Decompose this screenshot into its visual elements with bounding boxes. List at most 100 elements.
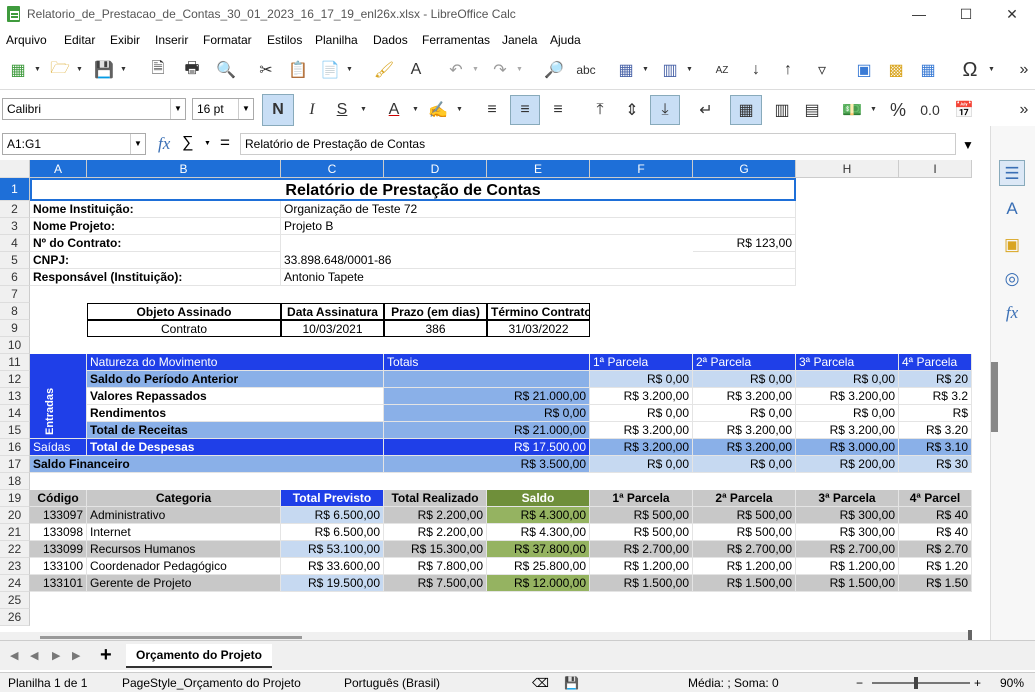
- contract-value-0[interactable]: Contrato: [87, 320, 281, 337]
- contract-header-0[interactable]: Objeto Assinado: [87, 303, 281, 320]
- label-projeto[interactable]: Nome Projeto:: [30, 218, 281, 235]
- movement-parcela-5-2[interactable]: R$ 200,00: [796, 456, 899, 473]
- label-instituicao[interactable]: Nome Instituição:: [30, 201, 281, 218]
- movement-parcela-0-2[interactable]: R$ 0,00: [796, 371, 899, 388]
- parcela-header-1[interactable]: 2ª Parcela: [693, 354, 796, 371]
- first-sheet-icon[interactable]: ◀: [10, 649, 18, 662]
- sort-descending-icon[interactable]: ↑: [776, 58, 800, 82]
- row-header-12[interactable]: 12: [0, 371, 30, 388]
- formula-icon[interactable]: =: [220, 133, 230, 153]
- font-name-combo[interactable]: Calibri ▼: [2, 98, 186, 120]
- paste-icon[interactable]: 📄: [318, 58, 342, 82]
- movement-parcela-4-3[interactable]: R$ 3.10: [899, 439, 972, 456]
- contract-header-1[interactable]: Data Assinatura: [281, 303, 384, 320]
- movement-parcela-0-3[interactable]: R$ 20: [899, 371, 972, 388]
- budget-cell-4-6[interactable]: R$ 1.500,00: [693, 575, 796, 592]
- unmerge-cells-icon[interactable]: ▤: [800, 98, 824, 122]
- budget-cell-4-0[interactable]: 133101: [30, 575, 87, 592]
- styles-icon[interactable]: A: [999, 196, 1025, 222]
- next-sheet-icon[interactable]: ▶: [52, 649, 60, 662]
- movement-parcela-1-1[interactable]: R$ 3.200,00: [693, 388, 796, 405]
- clear-formatting-icon[interactable]: A: [404, 58, 428, 82]
- menu-2[interactable]: Exibir: [110, 33, 140, 47]
- value-responsavel[interactable]: Antonio Tapete: [281, 269, 796, 286]
- row-header-4[interactable]: 4: [0, 235, 30, 252]
- row-header-3[interactable]: 3: [0, 218, 30, 235]
- movement-total-2[interactable]: R$ 0,00: [384, 405, 590, 422]
- budget-cell-4-2[interactable]: R$ 19.500,00: [281, 575, 384, 592]
- row-header-23[interactable]: 23: [0, 558, 30, 575]
- export-pdf-icon[interactable]: 🗎: [146, 58, 170, 82]
- budget-header-8[interactable]: 4ª Parcel: [899, 490, 972, 507]
- column-header-I[interactable]: I: [899, 160, 972, 178]
- movement-parcela-4-0[interactable]: R$ 3.200,00: [590, 439, 693, 456]
- menu-5[interactable]: Estilos: [267, 33, 302, 47]
- budget-cell-0-6[interactable]: R$ 500,00: [693, 507, 796, 524]
- budget-cell-3-4[interactable]: R$ 25.800,00: [487, 558, 590, 575]
- font-size-combo[interactable]: 16 pt ▼: [192, 98, 254, 120]
- budget-cell-4-3[interactable]: R$ 7.500,00: [384, 575, 487, 592]
- merge-center-icon[interactable]: ▦: [730, 95, 762, 125]
- formula-input[interactable]: Relatório de Prestação de Contas: [240, 133, 956, 155]
- horizontal-scrollbar[interactable]: [0, 632, 972, 640]
- movement-parcela-5-0[interactable]: R$ 0,00: [590, 456, 693, 473]
- row-header-1[interactable]: 1: [0, 178, 30, 201]
- cut-icon[interactable]: ✂: [254, 58, 278, 82]
- sum-icon[interactable]: ∑: [182, 134, 193, 152]
- budget-cell-3-5[interactable]: R$ 1.200,00: [590, 558, 693, 575]
- row-header-5[interactable]: 5: [0, 252, 30, 269]
- budget-header-3[interactable]: Total Realizado: [384, 490, 487, 507]
- percent-format-icon[interactable]: %: [886, 98, 910, 122]
- new-document-icon[interactable]: ▦: [6, 58, 30, 82]
- gallery-icon[interactable]: ▣: [999, 232, 1025, 258]
- date-format-icon[interactable]: 📅: [952, 98, 976, 122]
- budget-cell-4-8[interactable]: R$ 1.50: [899, 575, 972, 592]
- menu-10[interactable]: Ajuda: [550, 33, 581, 47]
- budget-header-4[interactable]: Saldo: [487, 490, 590, 507]
- zoom-in-icon[interactable]: +: [974, 676, 981, 690]
- movement-parcela-0-0[interactable]: R$ 0,00: [590, 371, 693, 388]
- special-character-icon[interactable]: Ω: [958, 58, 982, 82]
- parcela-header-0[interactable]: 1ª Parcela: [590, 354, 693, 371]
- row-header-9[interactable]: 9: [0, 320, 30, 337]
- movement-label-2[interactable]: Rendimentos: [87, 405, 384, 422]
- budget-cell-3-7[interactable]: R$ 1.200,00: [796, 558, 899, 575]
- budget-cell-1-2[interactable]: R$ 6.500,00: [281, 524, 384, 541]
- number-format-icon[interactable]: 0.0: [918, 98, 942, 122]
- budget-cell-0-2[interactable]: R$ 6.500,00: [281, 507, 384, 524]
- underline-icon[interactable]: S: [330, 98, 354, 122]
- parcela-header-2[interactable]: 3ª Parcela: [796, 354, 899, 371]
- label-contrato[interactable]: Nº do Contrato:: [30, 235, 281, 252]
- menu-3[interactable]: Inserir: [155, 33, 188, 47]
- label-responsavel[interactable]: Responsável (Instituição):: [30, 269, 281, 286]
- row-header-16[interactable]: 16: [0, 439, 30, 456]
- budget-cell-3-8[interactable]: R$ 1.20: [899, 558, 972, 575]
- budget-cell-1-5[interactable]: R$ 500,00: [590, 524, 693, 541]
- movement-total-4[interactable]: R$ 17.500,00: [384, 439, 590, 456]
- budget-header-0[interactable]: Código: [30, 490, 87, 507]
- contract-value-1[interactable]: 10/03/2021: [281, 320, 384, 337]
- row-header-14[interactable]: 14: [0, 405, 30, 422]
- movement-total-5[interactable]: R$ 3.500,00: [384, 456, 590, 473]
- zoom-slider[interactable]: [872, 682, 970, 684]
- align-bottom-icon[interactable]: ⤓: [650, 95, 680, 125]
- budget-cell-0-1[interactable]: Administrativo: [87, 507, 281, 524]
- budget-cell-2-8[interactable]: R$ 2.70: [899, 541, 972, 558]
- saidas-label[interactable]: Saídas: [30, 439, 87, 456]
- add-sheet-icon[interactable]: +: [100, 644, 112, 667]
- print-preview-icon[interactable]: 🔍: [214, 58, 238, 82]
- spelling-icon[interactable]: abc: [574, 58, 598, 82]
- movement-parcela-2-0[interactable]: R$ 0,00: [590, 405, 693, 422]
- movement-parcela-1-3[interactable]: R$ 3.2: [899, 388, 972, 405]
- autofilter-icon[interactable]: ▿: [810, 58, 834, 82]
- highlight-icon[interactable]: ✍: [426, 98, 450, 122]
- budget-cell-0-7[interactable]: R$ 300,00: [796, 507, 899, 524]
- budget-cell-3-2[interactable]: R$ 33.600,00: [281, 558, 384, 575]
- row-header-13[interactable]: 13: [0, 388, 30, 405]
- budget-cell-0-3[interactable]: R$ 2.200,00: [384, 507, 487, 524]
- column-header-C[interactable]: C: [281, 160, 384, 178]
- functions-icon[interactable]: fx: [999, 300, 1025, 326]
- align-center-icon[interactable]: ≡: [510, 95, 540, 125]
- column-header-B[interactable]: B: [87, 160, 281, 178]
- wrap-text-icon[interactable]: ↵: [694, 98, 718, 122]
